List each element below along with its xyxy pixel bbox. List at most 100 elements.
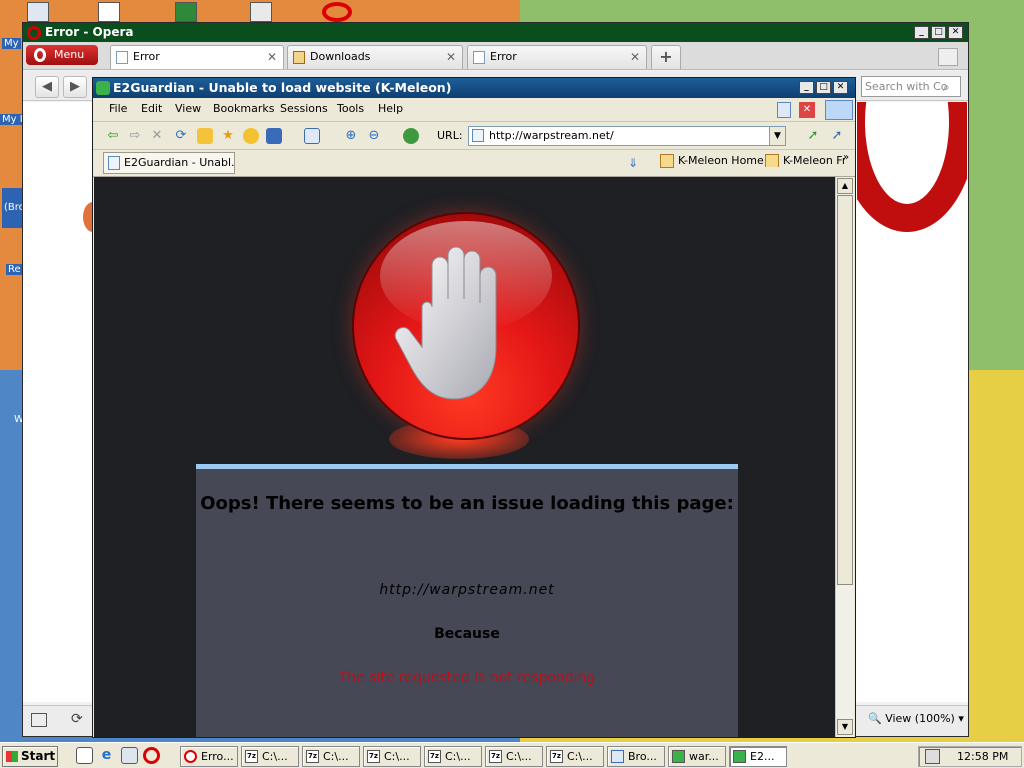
close-icon[interactable]: ✕ [833, 81, 848, 94]
chevron-down-icon[interactable]: ▼ [769, 127, 785, 145]
maximize-icon[interactable]: □ [931, 26, 946, 39]
desktop-icon-label[interactable]: Re [6, 264, 23, 275]
scrollbar-thumb[interactable] [837, 195, 853, 585]
menu-file[interactable]: File [109, 102, 127, 115]
desktop-icon-label[interactable]: My I [0, 114, 25, 125]
error-reason: The site requested is not responding [338, 670, 596, 686]
trash-icon[interactable] [938, 48, 958, 66]
tray-app-icon[interactable] [925, 749, 940, 764]
task-7zip-5[interactable]: 7z C:\... [485, 746, 543, 767]
opera-logo-image [857, 102, 967, 237]
task-7zip-3[interactable]: 7z C:\... [363, 746, 421, 767]
task-label: C:\... [262, 750, 288, 763]
desktop-excel-icon[interactable] [175, 2, 197, 22]
quicklaunch-desktop-icon[interactable] [76, 747, 93, 764]
opera-logo-icon [34, 48, 46, 62]
stop-icon[interactable]: ✕ [149, 128, 165, 144]
menu-view[interactable]: View [175, 102, 201, 115]
menu-edit[interactable]: Edit [141, 102, 162, 115]
task-7zip-6[interactable]: 7z C:\... [546, 746, 604, 767]
close-tab-icon[interactable]: ✕ [267, 46, 277, 68]
maximize-icon[interactable]: □ [816, 81, 831, 94]
bookmark-kmeleon-home[interactable]: K-Meleon Home [660, 154, 764, 168]
forward-arrow-icon[interactable]: ▶ [63, 76, 87, 98]
bookmarks-menu-icon[interactable]: ⇓ [625, 155, 641, 171]
quicklaunch-ie-icon[interactable]: e [98, 747, 115, 764]
quicklaunch-opera-icon[interactable] [143, 747, 160, 764]
kmeleon-tab[interactable]: E2Guardian - Unabl... [103, 152, 235, 174]
menu-help[interactable]: Help [378, 102, 403, 115]
back-arrow-icon[interactable]: ⇦ [105, 128, 121, 144]
search-icon[interactable]: ⌕ [943, 80, 950, 95]
page-icon [473, 51, 485, 64]
desktop-opera-icon[interactable] [322, 2, 352, 22]
7zip-icon: 7z [245, 750, 258, 763]
desktop-clock-icon[interactable] [250, 2, 272, 22]
zoom-control[interactable]: 🔍 View (100%) ▾ [868, 712, 964, 725]
desktop-shortcut-icon[interactable] [27, 2, 49, 22]
home-icon[interactable] [197, 128, 213, 144]
kmeleon-window-title: E2Guardian - Unable to load website (K-M… [113, 80, 452, 95]
tab-downloads[interactable]: Downloads ✕ [287, 45, 463, 69]
opera-icon [184, 750, 197, 763]
desktop-icon-label[interactable]: My [2, 38, 21, 49]
opera-title-bar[interactable]: Error - Opera _ □ ✕ [23, 23, 968, 42]
minimize-icon[interactable]: _ [799, 81, 814, 94]
close-tab-icon[interactable]: ✕ [630, 46, 640, 68]
mail-icon[interactable] [304, 128, 320, 144]
task-label: C:\... [506, 750, 532, 763]
panel-toggle-icon[interactable] [31, 713, 47, 727]
zoom-out-icon[interactable]: ⊖ [366, 128, 382, 144]
new-window-icon[interactable] [777, 102, 791, 118]
kmeleon-title-bar[interactable]: E2Guardian - Unable to load website (K-M… [93, 78, 855, 98]
forward-arrow-icon[interactable]: ⇨ [127, 128, 143, 144]
back-arrow-icon[interactable]: ◀ [35, 76, 59, 98]
close-icon[interactable]: ✕ [948, 26, 963, 39]
scroll-up-icon[interactable]: ▲ [837, 178, 853, 194]
tab-label: Error [133, 50, 160, 63]
globe-icon[interactable] [403, 128, 419, 144]
go-arrow-icon[interactable]: ➚ [805, 128, 821, 144]
zoom-icon: 🔍 [868, 712, 882, 725]
menu-tools[interactable]: Tools [337, 102, 364, 115]
task-7zip-4[interactable]: 7z C:\... [424, 746, 482, 767]
opera-menu-button[interactable]: Menu [26, 45, 98, 65]
tab-error-1[interactable]: Error ✕ [110, 45, 284, 69]
vertical-scrollbar[interactable]: ▲ ▼ [835, 177, 854, 737]
bookmark-kmeleon-forum[interactable]: K-Meleon Fr [765, 154, 845, 167]
download-icon [293, 51, 305, 64]
close-tab-icon[interactable]: ✕ [446, 46, 456, 68]
zoom-in-icon[interactable]: ⊕ [343, 128, 359, 144]
start-button[interactable]: Start [2, 746, 58, 767]
url-input[interactable]: http://warpstream.net/ ▼ [468, 126, 786, 146]
bookmark-star-icon[interactable]: ★ [220, 128, 236, 144]
scroll-down-icon[interactable]: ▼ [837, 719, 853, 735]
menu-bookmarks[interactable]: Bookmarks [213, 102, 274, 115]
task-browser[interactable]: Bro... [607, 746, 665, 767]
add-tab-button[interactable]: + [651, 45, 681, 69]
tab-error-2[interactable]: Error ✕ [467, 45, 647, 69]
chevron-down-icon: ▾ [958, 712, 964, 725]
task-7zip-2[interactable]: 7z C:\... [302, 746, 360, 767]
close-tab-icon[interactable]: ✕ [799, 102, 815, 118]
task-opera[interactable]: Erro... [180, 746, 238, 767]
history-icon[interactable] [243, 128, 259, 144]
bookmark-icon [660, 154, 674, 168]
print-icon[interactable] [266, 128, 282, 144]
opera-logo-icon [27, 26, 41, 40]
tab-label: Error [490, 50, 517, 63]
reload-icon[interactable]: ⟳ [173, 128, 189, 144]
task-kmeleon-2[interactable]: E2... [729, 746, 787, 767]
chevron-more-icon[interactable]: » [843, 152, 849, 163]
zoom-label: View (100%) [885, 712, 955, 725]
quicklaunch-network-icon[interactable] [121, 747, 138, 764]
clock[interactable]: 12:58 PM [957, 747, 1008, 766]
reload-icon[interactable]: ⟳ [71, 711, 83, 727]
search-arrow-icon[interactable]: ➚ [829, 128, 845, 144]
desktop-mail-icon[interactable] [98, 2, 120, 22]
task-7zip-1[interactable]: 7z C:\... [241, 746, 299, 767]
task-kmeleon-1[interactable]: war... [668, 746, 726, 767]
minimize-icon[interactable]: _ [914, 26, 929, 39]
menu-sessions[interactable]: Sessions [280, 102, 328, 115]
task-label: C:\... [384, 750, 410, 763]
